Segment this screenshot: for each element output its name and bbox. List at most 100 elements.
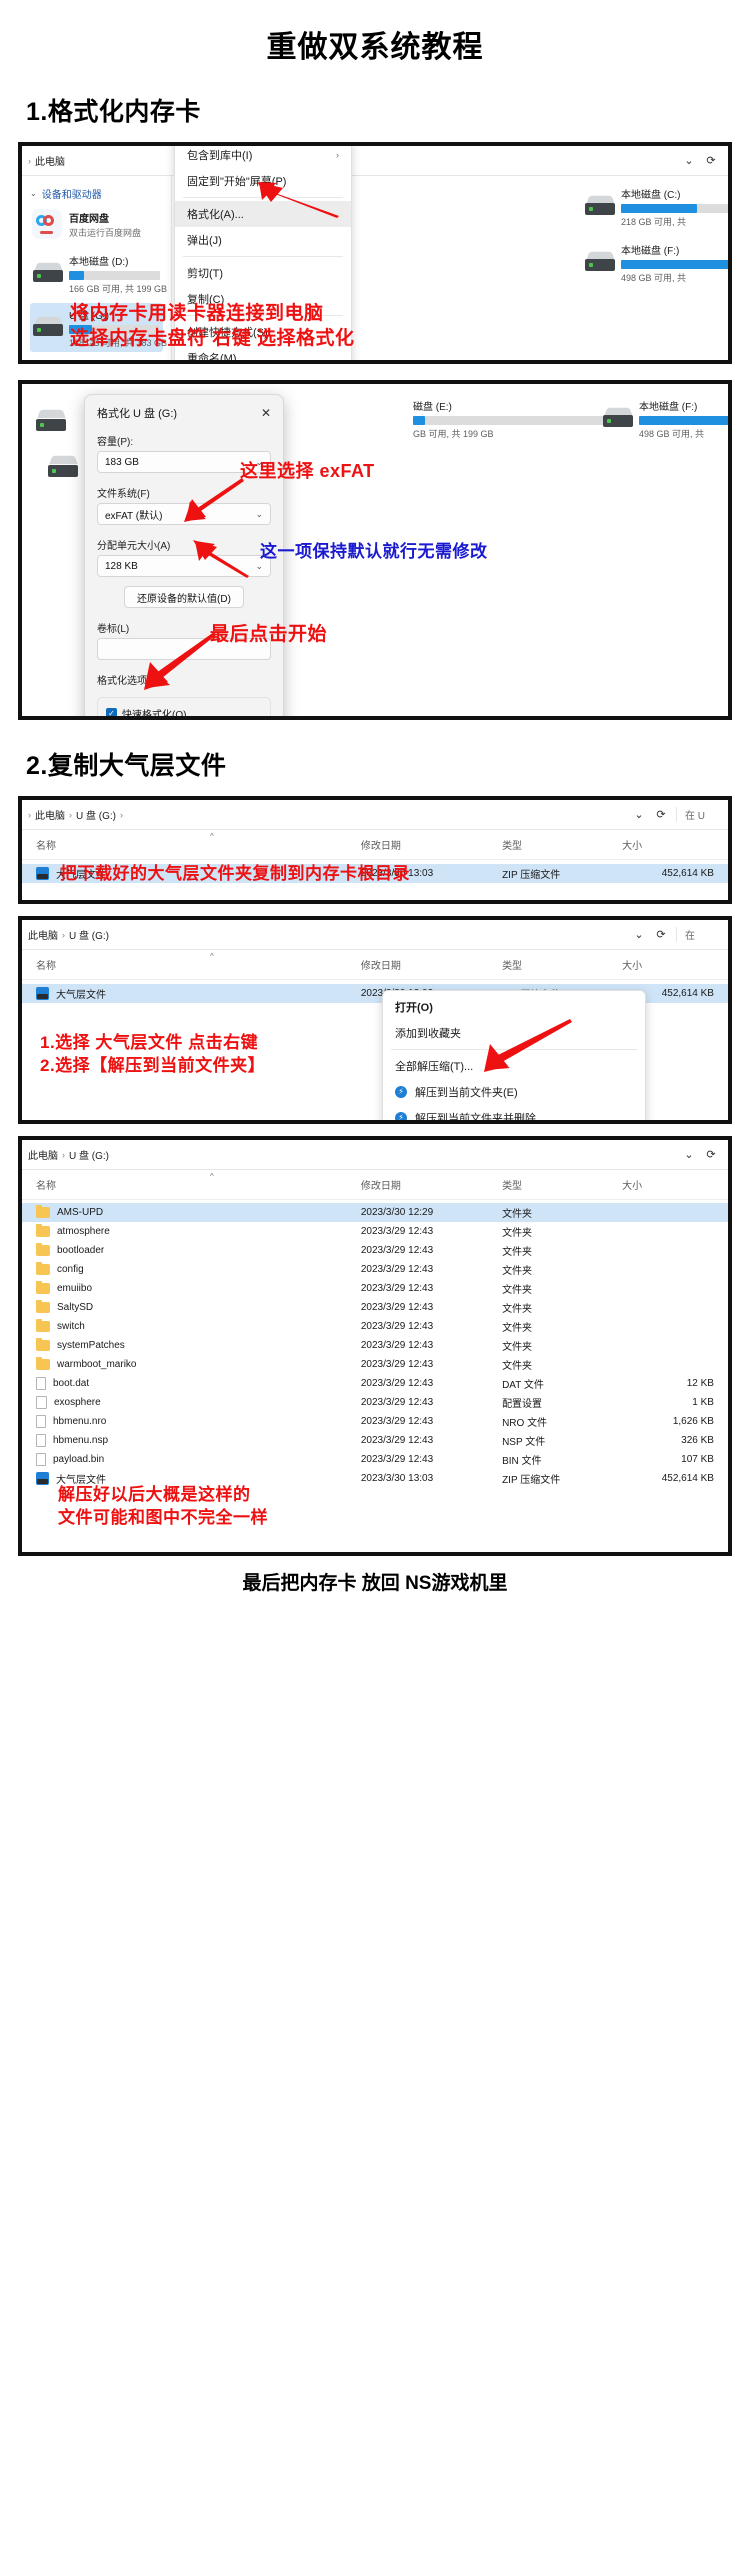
chevron-down-icon: ⌄ [255, 560, 263, 571]
ctx-open[interactable]: 打开(O) [383, 994, 645, 1020]
folder-icon [36, 1338, 50, 1351]
ctx-cut[interactable]: 剪切(T) [175, 260, 351, 286]
filesystem-select[interactable]: exFAT (默认) ⌄ [97, 503, 271, 525]
ctx-label: 剪切(T) [187, 268, 224, 280]
baidu-netdisk-sub: 双击运行百度网盘 [69, 227, 142, 238]
close-icon[interactable]: ✕ [261, 406, 271, 420]
table-row[interactable]: payload.bin 2023/3/29 12:43 BIN 文件 107 KB [22, 1450, 728, 1469]
breadcrumb[interactable]: 此电脑 › U 盘 (G:) [28, 927, 628, 943]
address-bar[interactable]: 此电脑 › U 盘 (G:) ⌄ ⟳ 在 [22, 920, 728, 950]
drive-item-f[interactable]: 本地磁盘 (F:) 498 GB 可用, 共 [582, 238, 728, 287]
ctx-extract-here[interactable]: ⚡ 解压到当前文件夹(E) [383, 1079, 645, 1105]
capacity-meter [639, 416, 728, 425]
format-options-group: ✓ 快速格式化(Q) [97, 697, 271, 716]
table-row[interactable]: bootloader 2023/3/29 12:43 文件夹 [22, 1241, 728, 1260]
column-header-size[interactable]: 大小 [622, 957, 728, 972]
ctx-label: 打开(O) [395, 1002, 433, 1014]
breadcrumb-separator-icon: › [28, 809, 31, 820]
ctx-eject[interactable]: 弹出(J) [175, 227, 351, 253]
anno-exfat: 这里选择 exFAT [240, 461, 375, 481]
file-size: 107 KB [681, 1454, 714, 1465]
column-header-size[interactable]: 大小 [622, 837, 728, 852]
panel4-annotation: 1.选择 大气层文件 点击右键 2.选择【解压到当前文件夹】 [40, 1032, 265, 1078]
breadcrumb[interactable]: › 此电脑 › U 盘 (G:) › [28, 807, 628, 823]
search-input[interactable]: 在 [676, 927, 722, 942]
file-type: 文件夹 [502, 1285, 533, 1296]
baidu-netdisk-item[interactable]: 百度网盘 双击运行百度网盘 [30, 209, 163, 239]
table-row[interactable]: exosphere 2023/3/29 12:43 配置设置 1 KB [22, 1393, 728, 1412]
quick-format-checkbox[interactable]: ✓ 快速格式化(Q) [106, 706, 262, 716]
column-header-type[interactable]: 类型 [502, 957, 622, 972]
folder-icon [36, 1205, 50, 1218]
allocation-select[interactable]: 128 KB ⌄ [97, 555, 271, 577]
table-row[interactable]: hbmenu.nro 2023/3/29 12:43 NRO 文件 1,626 KB [22, 1412, 728, 1431]
ctx-pin-to-start[interactable]: 固定到"开始"屏幕(P) [175, 168, 351, 194]
drive-item-e-bg[interactable]: 磁盘 (E:) GB 可用, 共 199 GB [410, 394, 610, 443]
file-name: AMS-UPD [57, 1207, 104, 1218]
panel4-annotation-line1: 1.选择 大气层文件 点击右键 [40, 1033, 259, 1052]
table-row[interactable]: systemPatches 2023/3/29 12:43 文件夹 [22, 1336, 728, 1355]
zip-icon [36, 867, 49, 880]
table-row[interactable]: emuiibo 2023/3/29 12:43 文件夹 [22, 1279, 728, 1298]
file-date: 2023/3/29 12:43 [360, 1226, 434, 1237]
drive-item-c[interactable]: 本地磁盘 (C:) 218 GB 可用, 共 [582, 182, 728, 231]
refresh-icon[interactable]: ⟳ [650, 804, 672, 826]
drive-item-d[interactable]: 本地磁盘 (D:) 166 GB 可用, 共 199 GB [30, 249, 167, 298]
ctx-extract-here-delete[interactable]: ⚡ 解压到当前文件夹并删除 [383, 1105, 645, 1120]
table-row[interactable]: boot.dat 2023/3/29 12:43 DAT 文件 12 KB [22, 1374, 728, 1393]
refresh-icon[interactable]: ⟳ [650, 924, 672, 946]
breadcrumb-this-pc[interactable]: 此电脑 [35, 153, 65, 168]
column-header-name[interactable]: 名称 [22, 837, 361, 852]
breadcrumb[interactable]: › 此电脑 [28, 153, 678, 169]
chevron-down-icon[interactable]: ⌄ [678, 150, 700, 172]
chevron-down-icon[interactable]: ⌄ [678, 1144, 700, 1166]
table-row[interactable]: hbmenu.nsp 2023/3/29 12:43 NSP 文件 326 KB [22, 1431, 728, 1450]
ctx-format[interactable]: 格式化(A)... [175, 201, 351, 227]
table-row[interactable]: atmosphere 2023/3/29 12:43 文件夹 [22, 1222, 728, 1241]
drive-item-f-bg[interactable]: 本地磁盘 (F:) 498 GB 可用, 共 [600, 394, 728, 443]
column-header-date[interactable]: 修改日期 [361, 957, 502, 972]
address-bar[interactable]: › 此电脑 ⌄ ⟳ [22, 146, 728, 176]
breadcrumb-this-pc[interactable]: 此电脑 [28, 1147, 58, 1162]
capacity-meter [621, 204, 728, 213]
column-header-name[interactable]: 名称 [22, 1177, 361, 1192]
column-header-date[interactable]: 修改日期 [361, 1177, 502, 1192]
breadcrumb-this-pc[interactable]: 此电脑 [35, 807, 65, 822]
breadcrumb-udisk[interactable]: U 盘 (G:) [69, 927, 109, 942]
file-name-cell: atmosphere [22, 1224, 361, 1237]
table-row[interactable]: AMS-UPD 2023/3/30 12:29 文件夹 [22, 1203, 728, 1222]
table-row[interactable]: SaltySD 2023/3/29 12:43 文件夹 [22, 1298, 728, 1317]
restore-defaults-button[interactable]: 还原设备的默认值(D) [124, 586, 244, 608]
ctx-add-to-favorites[interactable]: 添加到收藏夹 [383, 1020, 645, 1046]
zip-context-menu[interactable]: 打开(O) 添加到收藏夹 全部解压缩(T)... ⚡ 解压到当前文件夹(E) ⚡… [382, 990, 646, 1120]
column-header-size[interactable]: 大小 [622, 1177, 728, 1192]
column-header-date[interactable]: 修改日期 [361, 837, 502, 852]
address-bar[interactable]: 此电脑 › U 盘 (G:) ⌄ ⟳ [22, 1140, 728, 1170]
folder-icon [36, 1262, 50, 1275]
ctx-extract-all[interactable]: 全部解压缩(T)... [383, 1053, 645, 1079]
table-row[interactable]: warmboot_mariko 2023/3/29 12:43 文件夹 [22, 1355, 728, 1374]
panel3-annotation: 把下载好的大气层文件夹复制到内存卡根目录 [60, 864, 410, 884]
breadcrumb[interactable]: 此电脑 › U 盘 (G:) [28, 1147, 678, 1163]
table-row[interactable]: switch 2023/3/29 12:43 文件夹 [22, 1317, 728, 1336]
refresh-icon[interactable]: ⟳ [700, 1144, 722, 1166]
chevron-down-icon[interactable]: ⌄ [628, 924, 650, 946]
file-size: 452,614 KB [661, 868, 714, 879]
file-date: 2023/3/30 13:03 [360, 1473, 434, 1484]
dialog-title: 格式化 U 盘 (G:) [97, 408, 178, 420]
devices-group-header[interactable]: ⌄ 设备和驱动器 [30, 186, 163, 201]
search-input[interactable]: 在 U [676, 807, 722, 822]
format-dialog: 格式化 U 盘 (G:) ✕ 容量(P): 183 GB ⌄ 文件系统(F) e… [84, 394, 284, 716]
column-header-name[interactable]: 名称 [22, 957, 361, 972]
column-header-type[interactable]: 类型 [502, 837, 622, 852]
address-bar[interactable]: › 此电脑 › U 盘 (G:) › ⌄ ⟳ 在 U [22, 800, 728, 830]
ctx-label: 包含到库中(I) [187, 150, 253, 162]
breadcrumb-udisk[interactable]: U 盘 (G:) [69, 1147, 109, 1162]
refresh-icon[interactable]: ⟳ [700, 150, 722, 172]
chevron-down-icon[interactable]: ⌄ [628, 804, 650, 826]
breadcrumb-udisk[interactable]: U 盘 (G:) [76, 807, 116, 822]
column-header-type[interactable]: 类型 [502, 1177, 622, 1192]
ctx-include-in-library[interactable]: 包含到库中(I) › [175, 146, 351, 168]
table-row[interactable]: config 2023/3/29 12:43 文件夹 [22, 1260, 728, 1279]
breadcrumb-this-pc[interactable]: 此电脑 [28, 927, 58, 942]
